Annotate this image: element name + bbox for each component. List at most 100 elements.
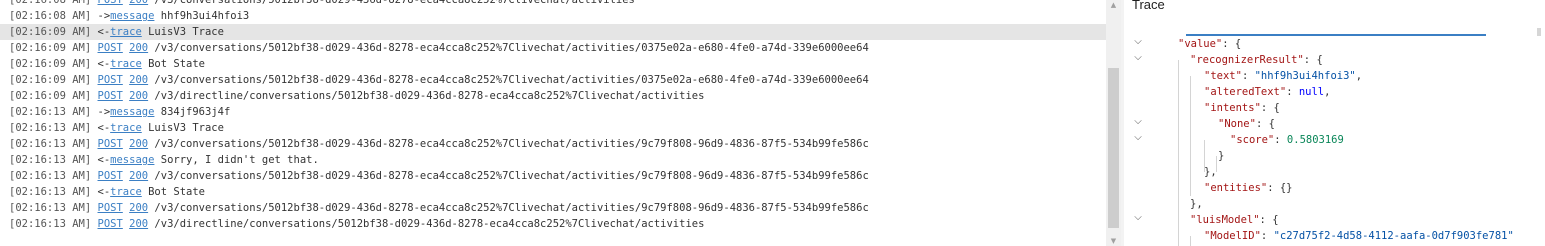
log-text: Bot State: [141, 186, 205, 198]
log-link[interactable]: message: [110, 106, 154, 118]
log-timestamp: [02:16:13 AM]: [9, 218, 92, 230]
log-status[interactable]: 200: [129, 218, 148, 230]
log-timestamp: [02:16:13 AM]: [9, 106, 92, 118]
json-line-text: "text": "hhf9h3ui4hfoi3",: [1204, 70, 1363, 82]
log-timestamp: [02:16:13 AM]: [9, 138, 92, 150]
collapse-chevron-icon[interactable]: ⌵: [1132, 212, 1144, 228]
json-line-entities: "entities": {}: [1204, 182, 1293, 194]
json-line-value: "value": {: [1178, 38, 1242, 50]
collapse-chevron-icon[interactable]: ⌵: [1132, 116, 1144, 132]
log-link[interactable]: trace: [110, 186, 142, 198]
log-link[interactable]: POST: [98, 170, 123, 182]
log-row[interactable]: [02:16:13 AM] <-trace Bot State: [0, 184, 1106, 200]
indent-guide: [1190, 76, 1191, 196]
log-row[interactable]: [02:16:09 AM] <-trace LuisV3 Trace: [0, 24, 1106, 40]
log-status[interactable]: 200: [129, 90, 148, 102]
log-text: Bot State: [141, 58, 205, 70]
collapse-chevron-icon[interactable]: ⌵: [1132, 36, 1144, 52]
log-timestamp: [02:16:09 AM]: [9, 26, 92, 38]
log-status[interactable]: 200: [129, 42, 148, 54]
collapse-chevron-icon[interactable]: ⌵: [1132, 132, 1144, 148]
collapse-chevron-icon[interactable]: ⌵: [1132, 52, 1144, 68]
log-direction: <-: [91, 58, 111, 70]
log-text: /v3/conversations/5012bf38-d029-436d-827…: [148, 0, 635, 6]
indent-guide: [1178, 60, 1179, 246]
log-link[interactable]: POST: [98, 90, 123, 102]
trace-panel: Trace ⌵ ⌵ ⌵ ⌵ ⌵ "value": { "recognizerRe…: [1124, 0, 1545, 246]
log-link[interactable]: POST: [98, 42, 123, 54]
log-scrollbar-thumb[interactable]: [1108, 68, 1119, 228]
log-text: 834jf963j4f: [154, 106, 231, 118]
log-status[interactable]: 200: [129, 138, 148, 150]
log-link[interactable]: POST: [98, 202, 123, 214]
log-timestamp: [02:16:09 AM]: [9, 90, 92, 102]
log-link[interactable]: POST: [98, 218, 123, 230]
json-line-close: }: [1218, 150, 1225, 162]
log-list: [02:16:08 AM] POST 200 /v3/conversations…: [0, 0, 1106, 232]
log-direction: <-: [91, 154, 111, 166]
log-timestamp: [02:16:09 AM]: [9, 74, 92, 86]
log-row[interactable]: [02:16:13 AM] POST 200 /v3/directline/co…: [0, 216, 1106, 232]
log-timestamp: [02:16:08 AM]: [9, 10, 92, 22]
log-row[interactable]: [02:16:13 AM] <-message Sorry, I didn't …: [0, 152, 1106, 168]
trace-scrollbar-thumb[interactable]: [1537, 28, 1541, 36]
log-timestamp: [02:16:08 AM]: [9, 0, 92, 6]
log-link[interactable]: POST: [98, 0, 123, 6]
log-row[interactable]: [02:16:13 AM] <-trace LuisV3 Trace: [0, 120, 1106, 136]
log-row[interactable]: [02:16:09 AM] POST 200 /v3/directline/co…: [0, 88, 1106, 104]
log-link[interactable]: POST: [98, 138, 123, 150]
log-text: hhf9h3ui4hfoi3: [154, 10, 250, 22]
log-timestamp: [02:16:09 AM]: [9, 58, 92, 70]
log-link[interactable]: message: [110, 154, 154, 166]
json-line-recognizer: "recognizerResult": {: [1190, 54, 1323, 66]
log-row[interactable]: [02:16:13 AM] POST 200 /v3/conversations…: [0, 200, 1106, 216]
log-row[interactable]: [02:16:09 AM] POST 200 /v3/conversations…: [0, 72, 1106, 88]
log-text: LuisV3 Trace: [141, 26, 224, 38]
log-link[interactable]: trace: [110, 26, 142, 38]
log-timestamp: [02:16:13 AM]: [9, 154, 92, 166]
scroll-down-icon[interactable]: ▼: [1108, 236, 1119, 246]
log-row[interactable]: [02:16:13 AM] POST 200 /v3/conversations…: [0, 136, 1106, 152]
log-timestamp: [02:16:09 AM]: [9, 42, 92, 54]
log-status[interactable]: 200: [129, 0, 148, 6]
log-panel: [02:16:08 AM] POST 200 /v3/conversations…: [0, 0, 1108, 246]
log-text: /v3/conversations/5012bf38-d029-436d-827…: [148, 202, 869, 214]
log-status[interactable]: 200: [129, 202, 148, 214]
log-text: LuisV3 Trace: [141, 122, 224, 134]
log-timestamp: [02:16:13 AM]: [9, 186, 92, 198]
json-line-none: "None": {: [1218, 118, 1275, 130]
log-text: /v3/directline/conversations/5012bf38-d0…: [148, 218, 705, 230]
log-link[interactable]: trace: [110, 122, 142, 134]
log-row[interactable]: [02:16:08 AM] ->message hhf9h3ui4hfoi3: [0, 8, 1106, 24]
log-link[interactable]: POST: [98, 74, 123, 86]
log-direction: <-: [91, 186, 111, 198]
log-status[interactable]: 200: [129, 170, 148, 182]
log-link[interactable]: message: [110, 10, 154, 22]
log-row[interactable]: [02:16:13 AM] POST 200 /v3/conversations…: [0, 168, 1106, 184]
trace-scrollbar[interactable]: [1533, 0, 1545, 246]
log-timestamp: [02:16:13 AM]: [9, 170, 92, 182]
json-line-modelid: "ModelID": "c27d75f2-4d58-4112-aafa-0d7f…: [1204, 230, 1514, 242]
log-status[interactable]: 200: [129, 74, 148, 86]
log-timestamp: [02:16:13 AM]: [9, 202, 92, 214]
log-row[interactable]: [02:16:09 AM] POST 200 /v3/conversations…: [0, 40, 1106, 56]
json-line-luismodel: "luisModel": {: [1190, 214, 1279, 226]
log-link[interactable]: trace: [110, 58, 142, 70]
trace-tab-title[interactable]: Trace: [1132, 0, 1165, 12]
log-direction: ->: [91, 10, 111, 22]
log-direction: <-: [91, 122, 111, 134]
log-row[interactable]: [02:16:08 AM] POST 200 /v3/conversations…: [0, 0, 1106, 8]
json-line-intents: "intents": {: [1204, 102, 1280, 114]
log-timestamp: [02:16:13 AM]: [9, 122, 92, 134]
json-line-score: "score": 0.5803169: [1230, 134, 1344, 146]
log-row[interactable]: [02:16:09 AM] <-trace Bot State: [0, 56, 1106, 72]
log-direction: ->: [91, 106, 111, 118]
json-line-altered: "alteredText": null,: [1204, 86, 1331, 98]
log-text: Sorry, I didn't get that.: [154, 154, 319, 166]
log-text: /v3/conversations/5012bf38-d029-436d-827…: [148, 170, 869, 182]
scroll-up-icon[interactable]: ▲: [1108, 0, 1119, 10]
json-line-close: },: [1190, 198, 1203, 210]
log-row[interactable]: [02:16:13 AM] ->message 834jf963j4f: [0, 104, 1106, 120]
indent-guide: [1190, 236, 1191, 246]
log-direction: <-: [91, 26, 111, 38]
